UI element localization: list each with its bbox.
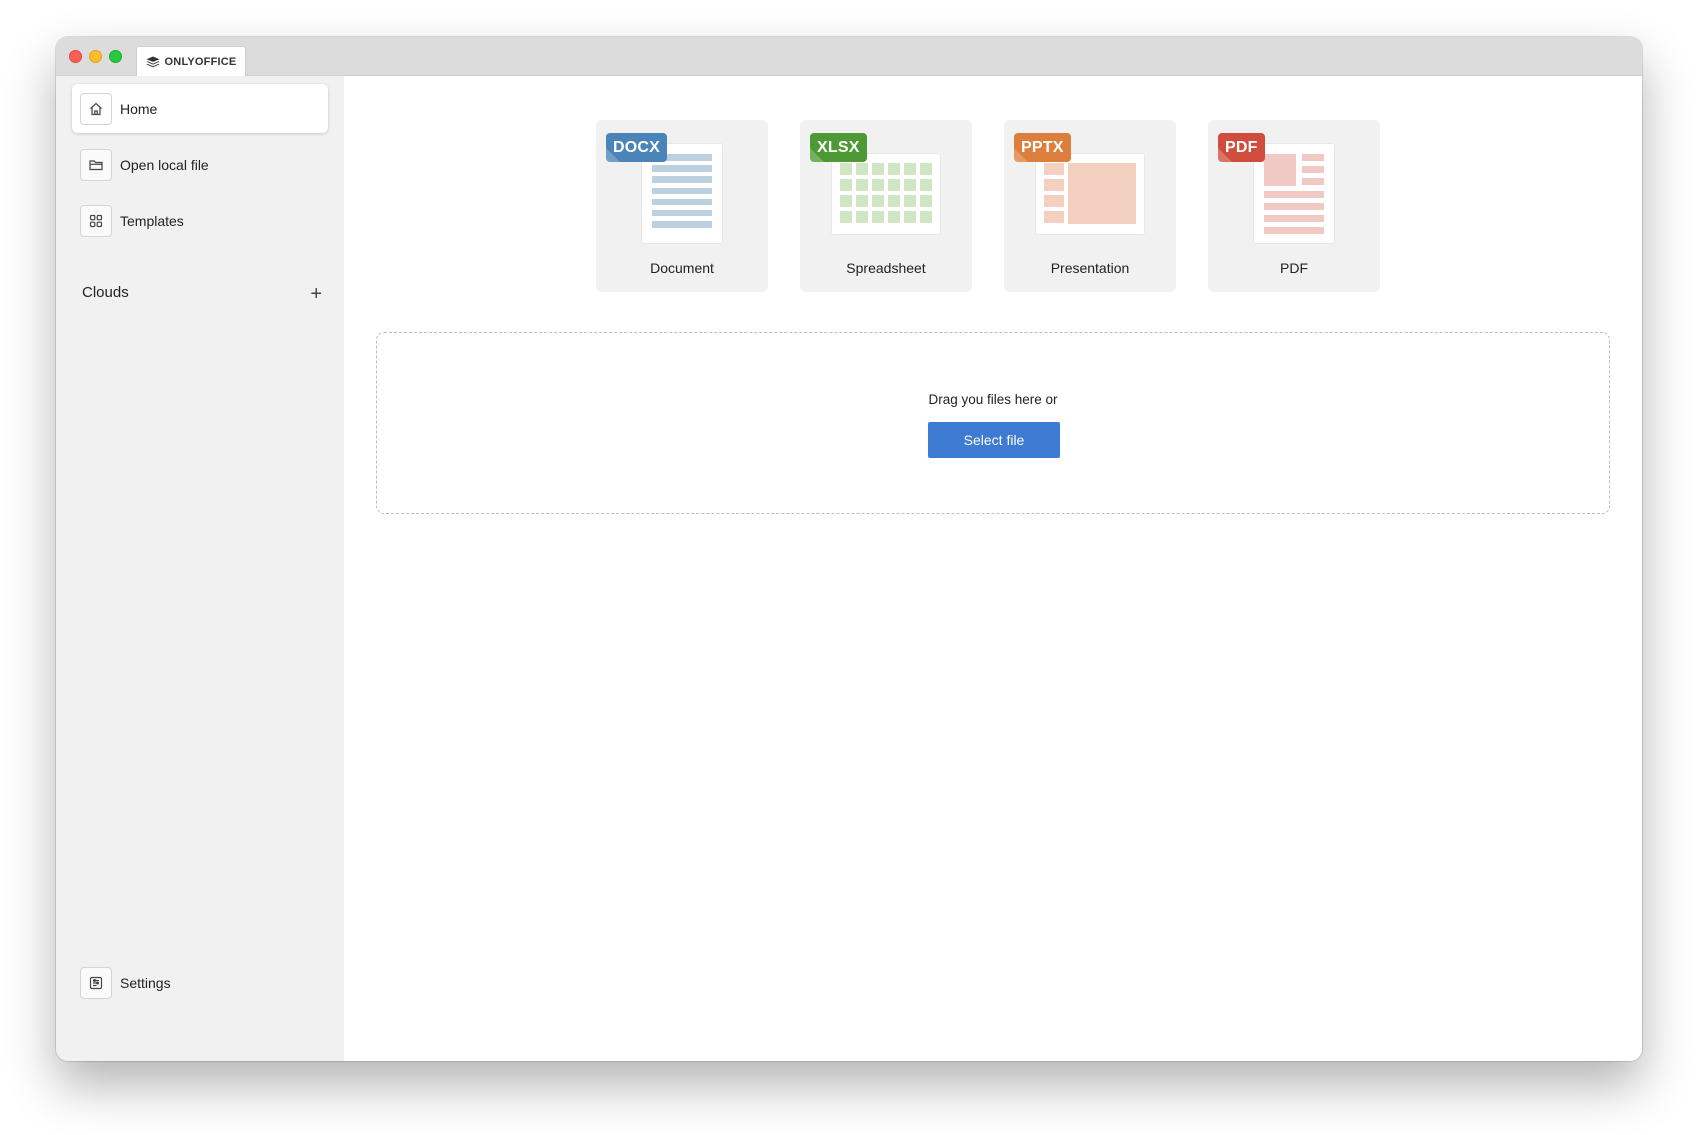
file-drop-zone[interactable]: Drag you files here or Select file bbox=[376, 332, 1610, 514]
xlsx-badge: XLSX bbox=[810, 133, 867, 162]
clouds-section: Clouds + bbox=[82, 281, 322, 305]
zoom-window-button[interactable] bbox=[109, 50, 122, 63]
main-area: DOCX Document XLSX Spreadsheet PPTX Pres… bbox=[344, 76, 1642, 1061]
sidebar-item-label: Home bbox=[120, 100, 158, 117]
add-cloud-plus-icon[interactable]: + bbox=[310, 284, 322, 304]
drop-zone-text: Drag you files here or bbox=[928, 392, 1058, 407]
new-document-card[interactable]: DOCX Document bbox=[596, 120, 768, 292]
sidebar-item-templates[interactable]: Templates bbox=[72, 196, 328, 245]
presentation-thumbnail bbox=[1036, 154, 1144, 234]
pdf-badge: PDF bbox=[1218, 133, 1265, 162]
sidebar-item-label: Templates bbox=[120, 212, 184, 229]
card-label: Spreadsheet bbox=[846, 260, 926, 276]
templates-icon bbox=[80, 204, 112, 237]
sidebar-item-open-local-file[interactable]: Open local file bbox=[72, 140, 328, 189]
settings-icon bbox=[80, 966, 112, 999]
new-spreadsheet-card[interactable]: XLSX Spreadsheet bbox=[800, 120, 972, 292]
docx-badge: DOCX bbox=[606, 133, 668, 162]
clouds-label: Clouds bbox=[82, 283, 129, 301]
pptx-badge: PPTX bbox=[1014, 133, 1071, 162]
sidebar-item-home[interactable]: Home bbox=[72, 84, 328, 133]
folder-icon bbox=[80, 148, 112, 181]
sidebar-item-label: Open local file bbox=[120, 156, 209, 173]
minimize-window-button[interactable] bbox=[89, 50, 102, 63]
settings-label: Settings bbox=[120, 974, 171, 991]
app-tab[interactable]: ONLYOFFICE bbox=[136, 46, 246, 77]
sidebar-item-settings[interactable]: Settings bbox=[72, 958, 328, 1007]
title-bar: ONLYOFFICE bbox=[56, 37, 1642, 77]
new-presentation-card[interactable]: PPTX Presentation bbox=[1004, 120, 1176, 292]
home-icon bbox=[80, 92, 112, 125]
sidebar: Home Open local file Templates Clouds + bbox=[56, 76, 344, 1061]
app-window: ONLYOFFICE Home Open local file Template… bbox=[56, 37, 1642, 1061]
new-pdf-card[interactable]: PDF PDF bbox=[1208, 120, 1380, 292]
app-tab-label: ONLYOFFICE bbox=[164, 56, 237, 68]
select-file-button[interactable]: Select file bbox=[928, 422, 1060, 458]
onlyoffice-logo-icon bbox=[146, 56, 160, 68]
card-label: Document bbox=[650, 260, 714, 276]
new-file-cards: DOCX Document XLSX Spreadsheet PPTX Pres… bbox=[596, 120, 1380, 292]
card-label: Presentation bbox=[1050, 260, 1130, 276]
card-label: PDF bbox=[1280, 260, 1308, 276]
close-window-button[interactable] bbox=[69, 50, 82, 63]
spreadsheet-thumbnail bbox=[832, 154, 940, 234]
pdf-thumbnail bbox=[1254, 144, 1334, 243]
